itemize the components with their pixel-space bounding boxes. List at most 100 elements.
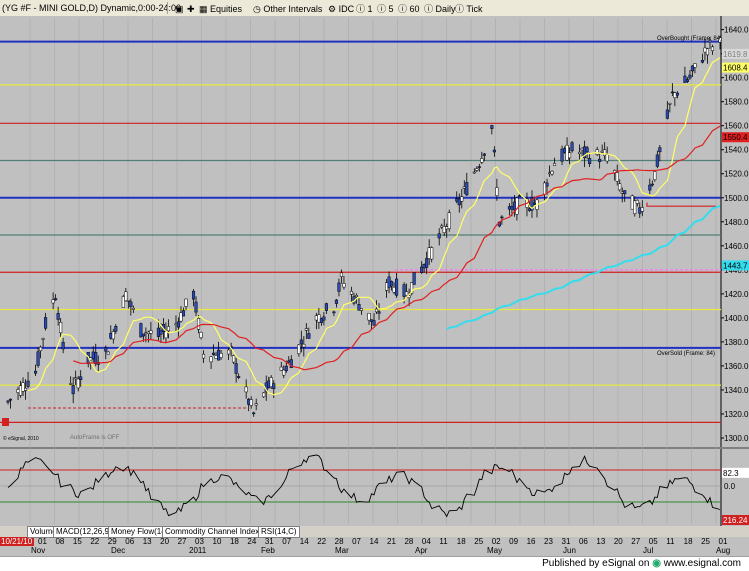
price-axis-label: 1340.0 — [724, 386, 749, 395]
candle-body — [199, 332, 203, 339]
date-axis-month-label: Dec — [111, 546, 125, 555]
candle-body — [131, 307, 135, 310]
date-axis-month-label: Jun — [563, 546, 576, 555]
date-axis-month-label: Jul — [643, 546, 653, 555]
date-axis-day-label: 14 — [300, 537, 309, 546]
date-axis-month-label: Feb — [261, 546, 275, 555]
candle-body — [688, 74, 692, 79]
candle-body — [693, 63, 697, 68]
price-chart[interactable]: 1640.01620.01600.01580.01560.01540.01520… — [0, 0, 749, 570]
date-axis-day-label: 06 — [579, 537, 588, 546]
candle-body — [61, 341, 65, 350]
price-axis-label: 1600.0 — [724, 74, 749, 83]
esignal-logo-icon: ◉ — [652, 558, 661, 569]
candle-body — [445, 226, 449, 230]
marker-flag — [2, 418, 9, 426]
date-axis-day-label: 01 — [38, 537, 47, 546]
candle-body — [588, 158, 592, 164]
candle-body — [700, 60, 705, 63]
candle-body — [685, 79, 689, 82]
candle-body — [482, 153, 486, 156]
price-tag-label: 1608.4 — [723, 64, 748, 73]
price-tag-label: 1550.4 — [723, 133, 748, 142]
candle-body — [515, 197, 519, 215]
date-axis-day-label: 11 — [439, 537, 448, 546]
candle-body — [16, 389, 20, 393]
candle-body — [412, 272, 416, 285]
candle-body — [146, 331, 150, 335]
candle-body — [191, 290, 196, 300]
date-axis-day-label: 14 — [370, 537, 379, 546]
candle-body — [563, 148, 567, 153]
candle-body — [460, 196, 464, 202]
candle-body — [578, 151, 582, 154]
date-axis-month-label: May — [487, 546, 502, 555]
candle-body — [633, 200, 637, 215]
candle-body — [462, 186, 466, 189]
candle-body — [247, 398, 251, 405]
date-axis-day-label: 27 — [178, 537, 187, 546]
date-axis-month-label: Nov — [31, 546, 45, 555]
candle-body — [149, 330, 153, 334]
candle-body — [532, 202, 537, 205]
candle-body — [427, 247, 431, 259]
candle-body — [196, 318, 201, 330]
candle-body — [51, 299, 55, 304]
candle-body — [690, 65, 694, 72]
candle-body — [267, 380, 271, 389]
candle-body — [387, 276, 391, 288]
candle-body — [209, 356, 213, 363]
candle-body — [600, 150, 604, 153]
candle-body — [545, 182, 549, 187]
candle-body — [585, 147, 589, 153]
candle-body — [374, 308, 379, 313]
date-axis-month-label: 2011 — [189, 546, 207, 555]
candle-body — [580, 147, 584, 151]
candle-body — [500, 216, 504, 219]
candle-body — [650, 183, 654, 186]
date-axis-day-label: 24 — [247, 537, 256, 546]
candle-body — [71, 385, 75, 395]
date-axis-day-label: 28 — [335, 537, 344, 546]
price-axis-label: 1560.0 — [724, 122, 749, 131]
oversold-label: OverSold (Frame: 84) — [657, 351, 715, 357]
candle-body — [314, 315, 318, 321]
candle-body — [26, 380, 30, 387]
overbought-label: OverBought (Frame: 84) — [657, 36, 722, 42]
date-axis-day-label: 13 — [596, 537, 605, 546]
candle-body — [317, 314, 321, 323]
candle-body — [359, 308, 364, 311]
candle-body — [425, 258, 429, 268]
candle-body — [166, 326, 171, 332]
date-axis-day-label: 21 — [387, 537, 396, 546]
date-axis-day-label: 03 — [195, 537, 204, 546]
date-axis-day-label: 29 — [108, 537, 117, 546]
candle-body — [457, 198, 461, 206]
candle-body — [653, 171, 657, 181]
candle-body — [121, 296, 125, 308]
candle-body — [39, 346, 43, 352]
candle-body — [640, 207, 644, 212]
candle-body — [129, 301, 133, 307]
price-axis-label: 1320.0 — [724, 410, 749, 419]
date-axis-day-label: 02 — [492, 537, 501, 546]
candle-body — [41, 338, 45, 340]
oscillator-tag-label: 216.24 — [723, 516, 748, 525]
candle-body — [181, 310, 186, 317]
candle-body — [638, 207, 642, 214]
candle-body — [212, 352, 216, 355]
candle-body — [339, 272, 343, 277]
candle-body — [490, 125, 494, 129]
candle-body — [517, 195, 521, 197]
autoframe-label: AutoFrame is OFF — [70, 435, 120, 441]
date-axis-day-label: 18 — [457, 537, 466, 546]
candle-body — [603, 149, 607, 156]
date-axis-day-label: 10 — [213, 537, 222, 546]
date-axis-day-label: 01 — [719, 537, 728, 546]
candle-body — [605, 154, 609, 162]
candle-body — [354, 295, 359, 298]
publisher-note: Published by eSignal on ◉ www.esignal.co… — [542, 558, 741, 569]
study-tab[interactable]: RSI(14,C) — [258, 526, 300, 538]
candle-body — [156, 327, 160, 337]
candle-body — [710, 46, 715, 51]
